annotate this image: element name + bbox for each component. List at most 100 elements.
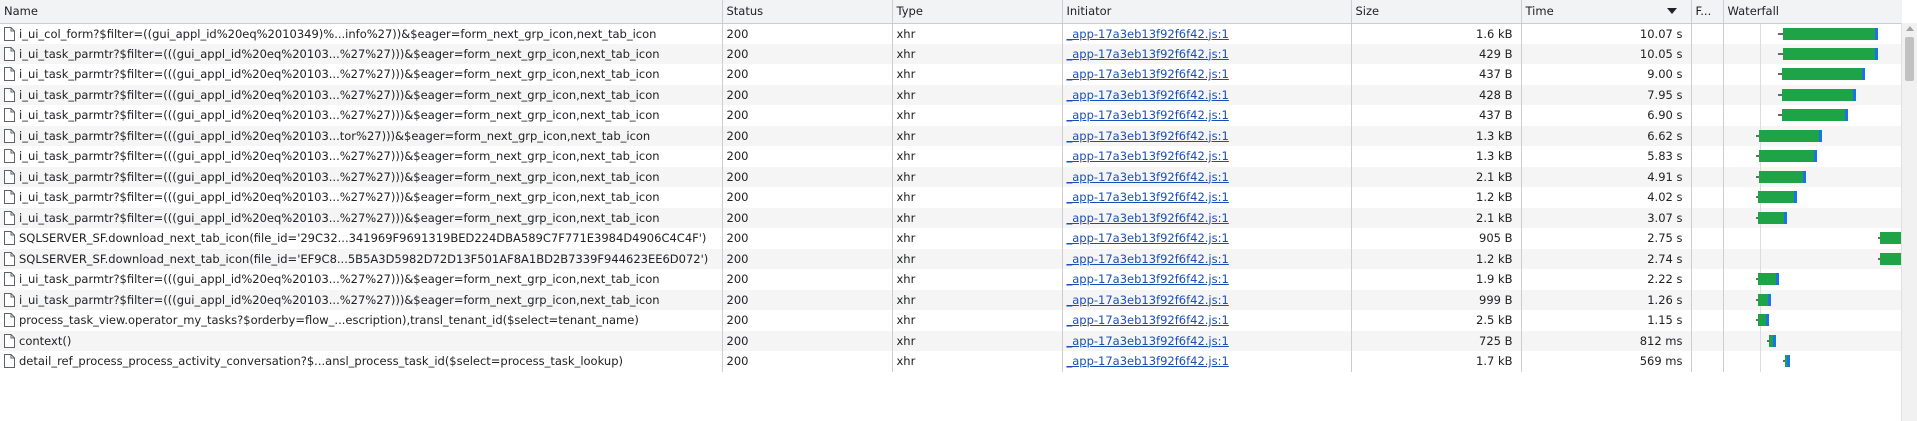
request-name-cell[interactable]: i_ui_task_parmtr?$filter=(((gui_appl_id%…	[0, 146, 723, 167]
fulfilled-cell	[1691, 64, 1724, 85]
request-name: i_ui_task_parmtr?$filter=(((gui_appl_id%…	[19, 292, 660, 307]
initiator-link[interactable]: _app-17a3eb13f92f6f42.js:1	[1067, 67, 1229, 81]
initiator-link[interactable]: _app-17a3eb13f92f6f42.js:1	[1067, 129, 1229, 143]
request-name-cell[interactable]: i_ui_task_parmtr?$filter=(((gui_appl_id%…	[0, 207, 723, 228]
request-name-cell[interactable]: i_ui_task_parmtr?$filter=(((gui_appl_id%…	[0, 105, 723, 126]
waterfall-cell[interactable]	[1723, 187, 1902, 208]
document-icon	[4, 251, 15, 266]
initiator-link[interactable]: _app-17a3eb13f92f6f42.js:1	[1067, 211, 1229, 225]
waterfall-cell[interactable]	[1723, 310, 1902, 331]
waterfall-cell[interactable]	[1723, 289, 1902, 310]
initiator-link[interactable]: _app-17a3eb13f92f6f42.js:1	[1067, 293, 1229, 307]
waterfall-cell[interactable]	[1723, 248, 1902, 269]
table-row[interactable]: SQLSERVER_SF.download_next_tab_icon(file…	[0, 228, 1902, 249]
table-row[interactable]: i_ui_col_form?$filter=((gui_appl_id%20eq…	[0, 23, 1902, 44]
column-header-type[interactable]: Type	[892, 0, 1063, 24]
column-header-name[interactable]: Name	[0, 0, 723, 24]
waterfall-cell[interactable]	[1723, 23, 1902, 44]
waterfall-cell[interactable]	[1723, 228, 1902, 249]
request-name-cell[interactable]: i_ui_task_parmtr?$filter=(((gui_appl_id%…	[0, 187, 723, 208]
type-cell: xhr	[892, 248, 1063, 269]
initiator-link[interactable]: _app-17a3eb13f92f6f42.js:1	[1067, 313, 1229, 327]
request-name-cell[interactable]: i_ui_task_parmtr?$filter=(((gui_appl_id%…	[0, 125, 723, 146]
table-row[interactable]: i_ui_task_parmtr?$filter=(((gui_appl_id%…	[0, 166, 1902, 187]
request-name: i_ui_task_parmtr?$filter=(((gui_appl_id%…	[19, 210, 660, 225]
waterfall-waiting-bar	[1757, 314, 1766, 326]
column-header-status[interactable]: Status	[722, 0, 893, 24]
table-row[interactable]: i_ui_task_parmtr?$filter=(((gui_appl_id%…	[0, 105, 1902, 126]
time-cell: 569 ms	[1521, 351, 1692, 372]
initiator-link[interactable]: _app-17a3eb13f92f6f42.js:1	[1067, 354, 1229, 368]
waterfall-cell[interactable]	[1723, 207, 1902, 228]
table-row[interactable]: i_ui_task_parmtr?$filter=(((gui_appl_id%…	[0, 269, 1902, 290]
size-cell: 905 B	[1351, 228, 1522, 249]
column-header-waterfall[interactable]: Waterfall	[1723, 0, 1902, 24]
waterfall-cell[interactable]	[1723, 351, 1902, 372]
request-name-cell[interactable]: i_ui_task_parmtr?$filter=(((gui_appl_id%…	[0, 166, 723, 187]
waterfall-cell[interactable]	[1723, 269, 1902, 290]
column-header-initiator[interactable]: Initiator	[1062, 0, 1352, 24]
table-row[interactable]: i_ui_task_parmtr?$filter=(((gui_appl_id%…	[0, 125, 1902, 146]
initiator-link[interactable]: _app-17a3eb13f92f6f42.js:1	[1067, 272, 1229, 286]
table-row[interactable]: i_ui_task_parmtr?$filter=(((gui_appl_id%…	[0, 187, 1902, 208]
table-row[interactable]: process_task_view.operator_my_tasks?$ord…	[0, 310, 1902, 331]
column-header-size[interactable]: Size	[1351, 0, 1522, 24]
type-cell: xhr	[892, 125, 1063, 146]
initiator-link[interactable]: _app-17a3eb13f92f6f42.js:1	[1067, 88, 1229, 102]
request-name-cell[interactable]: context()	[0, 330, 723, 351]
table-row[interactable]: context() 200 xhr _app-17a3eb13f92f6f42.js:…	[0, 330, 1902, 351]
scroll-up-arrow-icon[interactable]	[1906, 26, 1914, 31]
column-header-time[interactable]: Time	[1521, 0, 1692, 24]
request-name-cell[interactable]: i_ui_task_parmtr?$filter=(((gui_appl_id%…	[0, 269, 723, 290]
status-cell: 200	[722, 105, 893, 126]
initiator-link[interactable]: _app-17a3eb13f92f6f42.js:1	[1067, 334, 1229, 348]
fulfilled-cell	[1691, 23, 1724, 44]
document-icon	[4, 149, 15, 164]
table-row[interactable]: i_ui_task_parmtr?$filter=(((gui_appl_id%…	[0, 207, 1902, 228]
waterfall-cell[interactable]	[1723, 166, 1902, 187]
vertical-scrollbar[interactable]	[1901, 23, 1917, 421]
fulfilled-cell	[1691, 166, 1724, 187]
status-cell: 200	[722, 166, 893, 187]
table-row[interactable]: detail_ref_process_process_activity_conv…	[0, 351, 1902, 372]
request-name-cell[interactable]: i_ui_task_parmtr?$filter=(((gui_appl_id%…	[0, 64, 723, 85]
waterfall-cell[interactable]	[1723, 330, 1902, 351]
column-header-fulfilled[interactable]: F...	[1691, 0, 1724, 24]
request-name-cell[interactable]: i_ui_task_parmtr?$filter=(((gui_appl_id%…	[0, 289, 723, 310]
request-name: i_ui_task_parmtr?$filter=(((gui_appl_id%…	[19, 87, 660, 102]
document-icon	[4, 210, 15, 225]
table-row[interactable]: i_ui_task_parmtr?$filter=(((gui_appl_id%…	[0, 289, 1902, 310]
table-row[interactable]: i_ui_task_parmtr?$filter=(((gui_appl_id%…	[0, 146, 1902, 167]
request-name-cell[interactable]: i_ui_task_parmtr?$filter=(((gui_appl_id%…	[0, 84, 723, 105]
table-row[interactable]: i_ui_task_parmtr?$filter=(((gui_appl_id%…	[0, 84, 1902, 105]
request-name-cell[interactable]: i_ui_col_form?$filter=((gui_appl_id%20eq…	[0, 23, 723, 44]
request-name-cell[interactable]: SQLSERVER_SF.download_next_tab_icon(file…	[0, 248, 723, 269]
request-name-cell[interactable]: process_task_view.operator_my_tasks?$ord…	[0, 310, 723, 331]
waterfall-cell[interactable]	[1723, 146, 1902, 167]
scrollbar-thumb[interactable]	[1905, 37, 1914, 81]
table-row[interactable]: SQLSERVER_SF.download_next_tab_icon(file…	[0, 248, 1902, 269]
waterfall-cell[interactable]	[1723, 125, 1902, 146]
request-name-cell[interactable]: detail_ref_process_process_activity_conv…	[0, 351, 723, 372]
request-name-cell[interactable]: i_ui_task_parmtr?$filter=(((gui_appl_id%…	[0, 43, 723, 64]
initiator-link[interactable]: _app-17a3eb13f92f6f42.js:1	[1067, 190, 1229, 204]
waterfall-cell[interactable]	[1723, 105, 1902, 126]
document-icon	[4, 190, 15, 205]
initiator-cell: _app-17a3eb13f92f6f42.js:1	[1062, 228, 1352, 249]
waterfall-cell[interactable]	[1723, 64, 1902, 85]
initiator-link[interactable]: _app-17a3eb13f92f6f42.js:1	[1067, 170, 1229, 184]
initiator-link[interactable]: _app-17a3eb13f92f6f42.js:1	[1067, 27, 1229, 41]
table-header-row: Name Status Type Initiator Size Time F..…	[0, 0, 1902, 24]
waterfall-cell[interactable]	[1723, 84, 1902, 105]
initiator-link[interactable]: _app-17a3eb13f92f6f42.js:1	[1067, 47, 1229, 61]
initiator-link[interactable]: _app-17a3eb13f92f6f42.js:1	[1067, 231, 1229, 245]
waterfall-download-bar	[1783, 211, 1787, 224]
initiator-link[interactable]: _app-17a3eb13f92f6f42.js:1	[1067, 252, 1229, 266]
table-row[interactable]: i_ui_task_parmtr?$filter=(((gui_appl_id%…	[0, 64, 1902, 85]
table-row[interactable]: i_ui_task_parmtr?$filter=(((gui_appl_id%…	[0, 43, 1902, 64]
initiator-link[interactable]: _app-17a3eb13f92f6f42.js:1	[1067, 149, 1229, 163]
waterfall-cell[interactable]	[1723, 43, 1902, 64]
size-cell: 725 B	[1351, 330, 1522, 351]
initiator-link[interactable]: _app-17a3eb13f92f6f42.js:1	[1067, 108, 1229, 122]
request-name-cell[interactable]: SQLSERVER_SF.download_next_tab_icon(file…	[0, 228, 723, 249]
